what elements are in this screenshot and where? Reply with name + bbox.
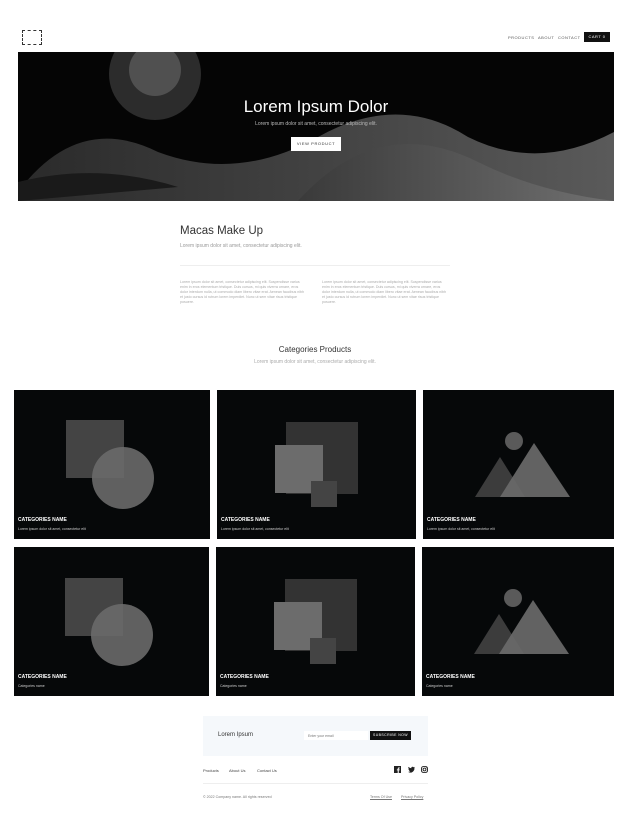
categories-subtitle: Lorem ipsum dolor sit amet, consectetur … xyxy=(254,359,376,365)
instagram-icon[interactable] xyxy=(421,766,428,773)
card-title: CATEGORIES NAME xyxy=(18,517,67,523)
category-card[interactable]: CATEGORIES NAME Categories name xyxy=(14,547,209,696)
card-description: Lorem ipsum dolor sit amet, consectetur … xyxy=(18,527,86,531)
card-description: Categories name xyxy=(220,684,247,688)
intro-paragraph: Lorem ipsum dolor sit amet, consectetur … xyxy=(180,280,305,304)
newsletter-box: Lorem Ipsum SUBSCRIBE NOW xyxy=(203,716,428,756)
category-card[interactable]: CATEGORIES NAME Lorem ipsum dolor sit am… xyxy=(423,390,614,539)
nav-about[interactable]: ABOUT xyxy=(538,35,554,40)
cart-button[interactable]: CART 0 xyxy=(584,32,610,42)
section-subtitle: Lorem ipsum dolor sit amet, consectetur … xyxy=(180,243,302,249)
footer-link-products[interactable]: Products xyxy=(203,768,219,773)
subscribe-button[interactable]: SUBSCRIBE NOW xyxy=(370,731,411,740)
card-title: CATEGORIES NAME xyxy=(426,674,475,680)
card-description: Lorem ipsum dolor sit amet, consectetur … xyxy=(221,527,289,531)
card-description: Categories name xyxy=(426,684,453,688)
category-card[interactable]: CATEGORIES NAME Lorem ipsum dolor sit am… xyxy=(217,390,416,539)
category-card[interactable]: CATEGORIES NAME Lorem ipsum dolor sit am… xyxy=(14,390,210,539)
category-card[interactable]: CATEGORIES NAME Categories name xyxy=(216,547,415,696)
footer-divider xyxy=(203,783,428,784)
divider xyxy=(180,265,450,266)
section-title: Macas Make Up xyxy=(180,225,264,237)
card-description: Categories name xyxy=(18,684,45,688)
email-input[interactable] xyxy=(304,731,368,740)
footer-link-contact[interactable]: Contact Us xyxy=(257,768,277,773)
privacy-link[interactable]: Privacy Policy xyxy=(401,795,423,799)
nav-products[interactable]: PRODUCTS xyxy=(508,35,534,40)
copyright-text: © 2022 Company name. All rights reserved xyxy=(203,795,272,799)
card-title: CATEGORIES NAME xyxy=(427,517,476,523)
card-title: CATEGORIES NAME xyxy=(220,674,269,680)
terms-link[interactable]: Terms Of Use xyxy=(370,795,392,799)
view-product-button[interactable]: VIEW PRODUCT xyxy=(291,137,341,151)
hero-banner: Lorem Ipsum Dolor Lorem ipsum dolor sit … xyxy=(18,52,614,201)
facebook-icon[interactable] xyxy=(394,766,401,773)
newsletter-title: Lorem Ipsum xyxy=(218,732,254,738)
card-title: CATEGORIES NAME xyxy=(18,674,67,680)
hero-subtitle: Lorem ipsum dolor sit amet, consectetur … xyxy=(255,121,377,127)
twitter-icon[interactable] xyxy=(408,766,415,773)
hero-title: Lorem Ipsum Dolor xyxy=(243,97,389,116)
card-title: CATEGORIES NAME xyxy=(221,517,270,523)
logo[interactable] xyxy=(22,30,42,45)
card-description: Lorem ipsum dolor sit amet, consectetur … xyxy=(427,527,495,531)
footer-link-about[interactable]: About Us xyxy=(229,768,245,773)
nav-contact[interactable]: CONTACT xyxy=(558,35,581,40)
category-card[interactable]: CATEGORIES NAME Categories name xyxy=(422,547,614,696)
categories-title: Categories Products xyxy=(278,345,352,354)
intro-paragraph: Lorem ipsum dolor sit amet, consectetur … xyxy=(322,280,447,304)
